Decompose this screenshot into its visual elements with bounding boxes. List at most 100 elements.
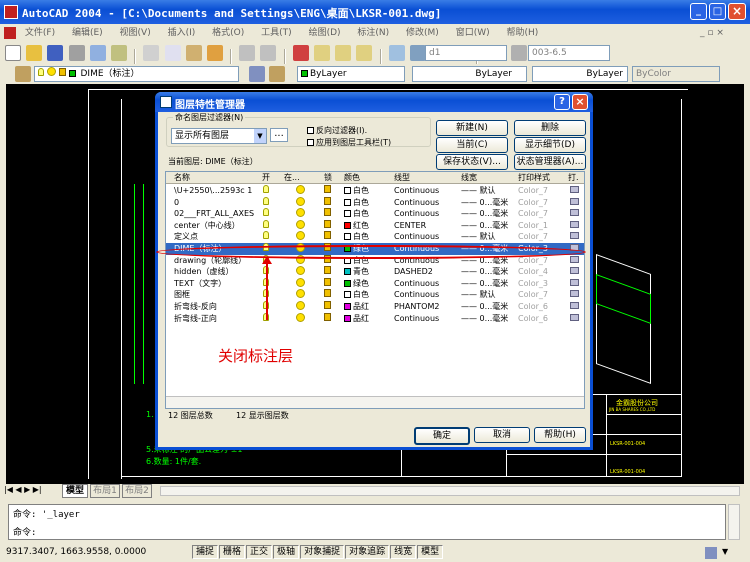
header-linetype[interactable]: 线型 bbox=[394, 172, 410, 184]
zoom-previous-icon[interactable] bbox=[356, 45, 373, 61]
dimstyle-combo[interactable]: d1 bbox=[425, 45, 507, 61]
printer-icon[interactable] bbox=[570, 255, 579, 267]
set-current-button[interactable]: 当前(C) bbox=[436, 137, 508, 153]
header-plotstyle[interactable]: 打印样式 bbox=[518, 172, 550, 184]
save-icon[interactable] bbox=[47, 45, 64, 61]
printer-icon[interactable] bbox=[570, 301, 579, 313]
zoom-realtime-icon[interactable] bbox=[314, 45, 330, 61]
open-folder-icon[interactable] bbox=[26, 45, 43, 61]
invert-filter-checkbox[interactable] bbox=[307, 127, 314, 134]
comm-center-icon[interactable] bbox=[705, 547, 717, 559]
layer-lineweight[interactable]: —— 0...毫米 bbox=[461, 208, 508, 220]
layer-color[interactable]: 绿色 bbox=[344, 278, 369, 290]
grid-toggle[interactable]: 栅格 bbox=[219, 545, 246, 559]
layer-lock-icon[interactable] bbox=[324, 219, 331, 232]
layer-lock-icon[interactable] bbox=[324, 208, 331, 220]
layer-color[interactable]: 青色 bbox=[344, 266, 369, 278]
layer-linetype[interactable]: PHANTOM2 bbox=[394, 301, 439, 313]
command-scrollbar[interactable] bbox=[728, 504, 740, 540]
layer-color[interactable]: 白色 bbox=[344, 185, 369, 197]
layer-color[interactable]: 白色 bbox=[344, 231, 369, 243]
menu-edit[interactable]: 编辑(E) bbox=[72, 28, 103, 38]
layer-color[interactable]: 白色 bbox=[344, 208, 369, 220]
horizontal-scrollbar[interactable] bbox=[160, 486, 740, 496]
pan-icon[interactable] bbox=[292, 45, 309, 61]
layer-lineweight[interactable]: —— 默认 bbox=[461, 289, 496, 301]
ok-button[interactable]: 确定 bbox=[414, 427, 470, 445]
printer-icon[interactable] bbox=[570, 208, 579, 220]
zoom-window-icon[interactable] bbox=[335, 45, 352, 61]
coordinates-display[interactable]: 9317.3407, 1663.9558, 0.0000 bbox=[6, 547, 146, 557]
header-name[interactable]: 名称 bbox=[174, 172, 190, 184]
layer-color[interactable]: 白色 bbox=[344, 197, 369, 209]
layer-color[interactable]: 品红 bbox=[344, 301, 369, 313]
list-horizontal-scrollbar[interactable] bbox=[166, 396, 584, 408]
minimize-button[interactable]: _ bbox=[690, 3, 707, 20]
save-state-button[interactable]: 保存状态(V)... bbox=[436, 154, 508, 170]
ortho-toggle[interactable]: 正交 bbox=[246, 545, 273, 559]
layer-row[interactable]: \U+2550\...2593c 1 白色 Continuous —— 默认 Color… bbox=[166, 185, 584, 197]
layer-on-icon[interactable] bbox=[263, 185, 269, 197]
layer-on-icon[interactable] bbox=[263, 231, 269, 243]
command-window[interactable]: 命令: '_layer 命令: bbox=[0, 498, 750, 544]
layer-freeze-icon[interactable] bbox=[296, 312, 305, 326]
layer-on-icon[interactable] bbox=[263, 208, 269, 220]
copy-icon[interactable] bbox=[164, 45, 181, 61]
osnap-toggle[interactable]: 对象捕捉 bbox=[300, 545, 345, 559]
lineweight-combo[interactable]: ByLayer bbox=[532, 66, 628, 82]
filter-select[interactable]: 显示所有图层 ▼ bbox=[171, 128, 267, 144]
help-button[interactable]: 帮助(H) bbox=[534, 427, 586, 443]
printer-icon[interactable] bbox=[570, 289, 579, 301]
layer-lineweight[interactable]: —— 0...毫米 bbox=[461, 197, 508, 209]
new-layer-button[interactable]: 新建(N) bbox=[436, 120, 508, 136]
print-preview-icon[interactable] bbox=[89, 45, 106, 61]
header-lineweight[interactable]: 线宽 bbox=[461, 172, 477, 184]
cancel-button[interactable]: 取消 bbox=[474, 427, 530, 443]
tab-layout1[interactable]: 布局1 bbox=[90, 484, 120, 498]
header-plot[interactable]: 打. bbox=[568, 172, 579, 184]
cut-icon[interactable] bbox=[143, 45, 160, 61]
layer-combo[interactable]: DIME（标注） bbox=[34, 66, 239, 82]
layer-lock-icon[interactable] bbox=[324, 277, 331, 290]
layer-linetype[interactable]: Continuous bbox=[394, 278, 439, 290]
layer-lock-icon[interactable] bbox=[324, 231, 331, 243]
tab-layout2[interactable]: 布局2 bbox=[122, 484, 152, 498]
layer-color[interactable]: 红色 bbox=[344, 220, 369, 232]
layer-lock-icon[interactable] bbox=[324, 289, 331, 301]
layer-row[interactable]: 02___FRT_ALL_AXES 白色 Continuous —— 0...毫米 Co… bbox=[166, 208, 584, 220]
printer-icon[interactable] bbox=[570, 231, 579, 243]
properties-icon[interactable] bbox=[388, 45, 405, 61]
layer-manager-icon[interactable] bbox=[15, 66, 31, 82]
layer-on-icon[interactable] bbox=[263, 196, 269, 209]
new-file-icon[interactable] bbox=[5, 45, 21, 61]
layer-linetype[interactable]: DASHED2 bbox=[394, 266, 433, 278]
header-color[interactable]: 颜色 bbox=[344, 172, 360, 184]
header-lock[interactable]: 锁 bbox=[324, 172, 332, 184]
menu-help[interactable]: 帮助(H) bbox=[507, 28, 539, 38]
lineweight-toggle[interactable]: 线宽 bbox=[390, 545, 417, 559]
apply-toolbar-checkbox[interactable] bbox=[307, 139, 314, 146]
layer-row[interactable]: TEXT（文字） 绿色 Continuous —— 0...毫米 Color_3 bbox=[166, 277, 584, 290]
layer-row[interactable]: hidden（虚线） 青色 DASHED2 —— 0...毫米 Color_4 bbox=[166, 266, 584, 278]
layer-lineweight[interactable]: —— 0...毫米 bbox=[461, 278, 508, 290]
status-menu-icon[interactable]: ▼ bbox=[722, 547, 732, 559]
header-on[interactable]: 开 bbox=[262, 172, 270, 184]
printer-icon[interactable] bbox=[570, 220, 579, 232]
layer-lock-icon[interactable] bbox=[324, 185, 331, 197]
scale-combo[interactable]: 003-6.5 bbox=[528, 45, 610, 61]
layer-linetype[interactable]: Continuous bbox=[394, 289, 439, 301]
delete-layer-button[interactable]: 删除 bbox=[514, 120, 586, 136]
model-toggle[interactable]: 模型 bbox=[417, 545, 444, 559]
printer-icon[interactable] bbox=[570, 185, 579, 197]
redo-icon[interactable] bbox=[260, 45, 277, 61]
menu-file[interactable]: 文件(F) bbox=[25, 28, 55, 38]
layer-linetype[interactable]: Continuous bbox=[394, 197, 439, 209]
design-center-icon[interactable] bbox=[409, 45, 426, 61]
layer-row[interactable]: 图框 白色 Continuous —— 默认 Color_7 bbox=[166, 289, 584, 301]
menu-view[interactable]: 视图(V) bbox=[120, 28, 151, 38]
printer-icon[interactable] bbox=[570, 278, 579, 290]
close-button[interactable]: × bbox=[728, 3, 746, 20]
layer-color[interactable]: 品红 bbox=[344, 313, 369, 325]
layer-linetype[interactable]: Continuous bbox=[394, 185, 439, 197]
layer-row[interactable]: 定义点 白色 Continuous —— 默认 Color_7 bbox=[166, 231, 584, 243]
